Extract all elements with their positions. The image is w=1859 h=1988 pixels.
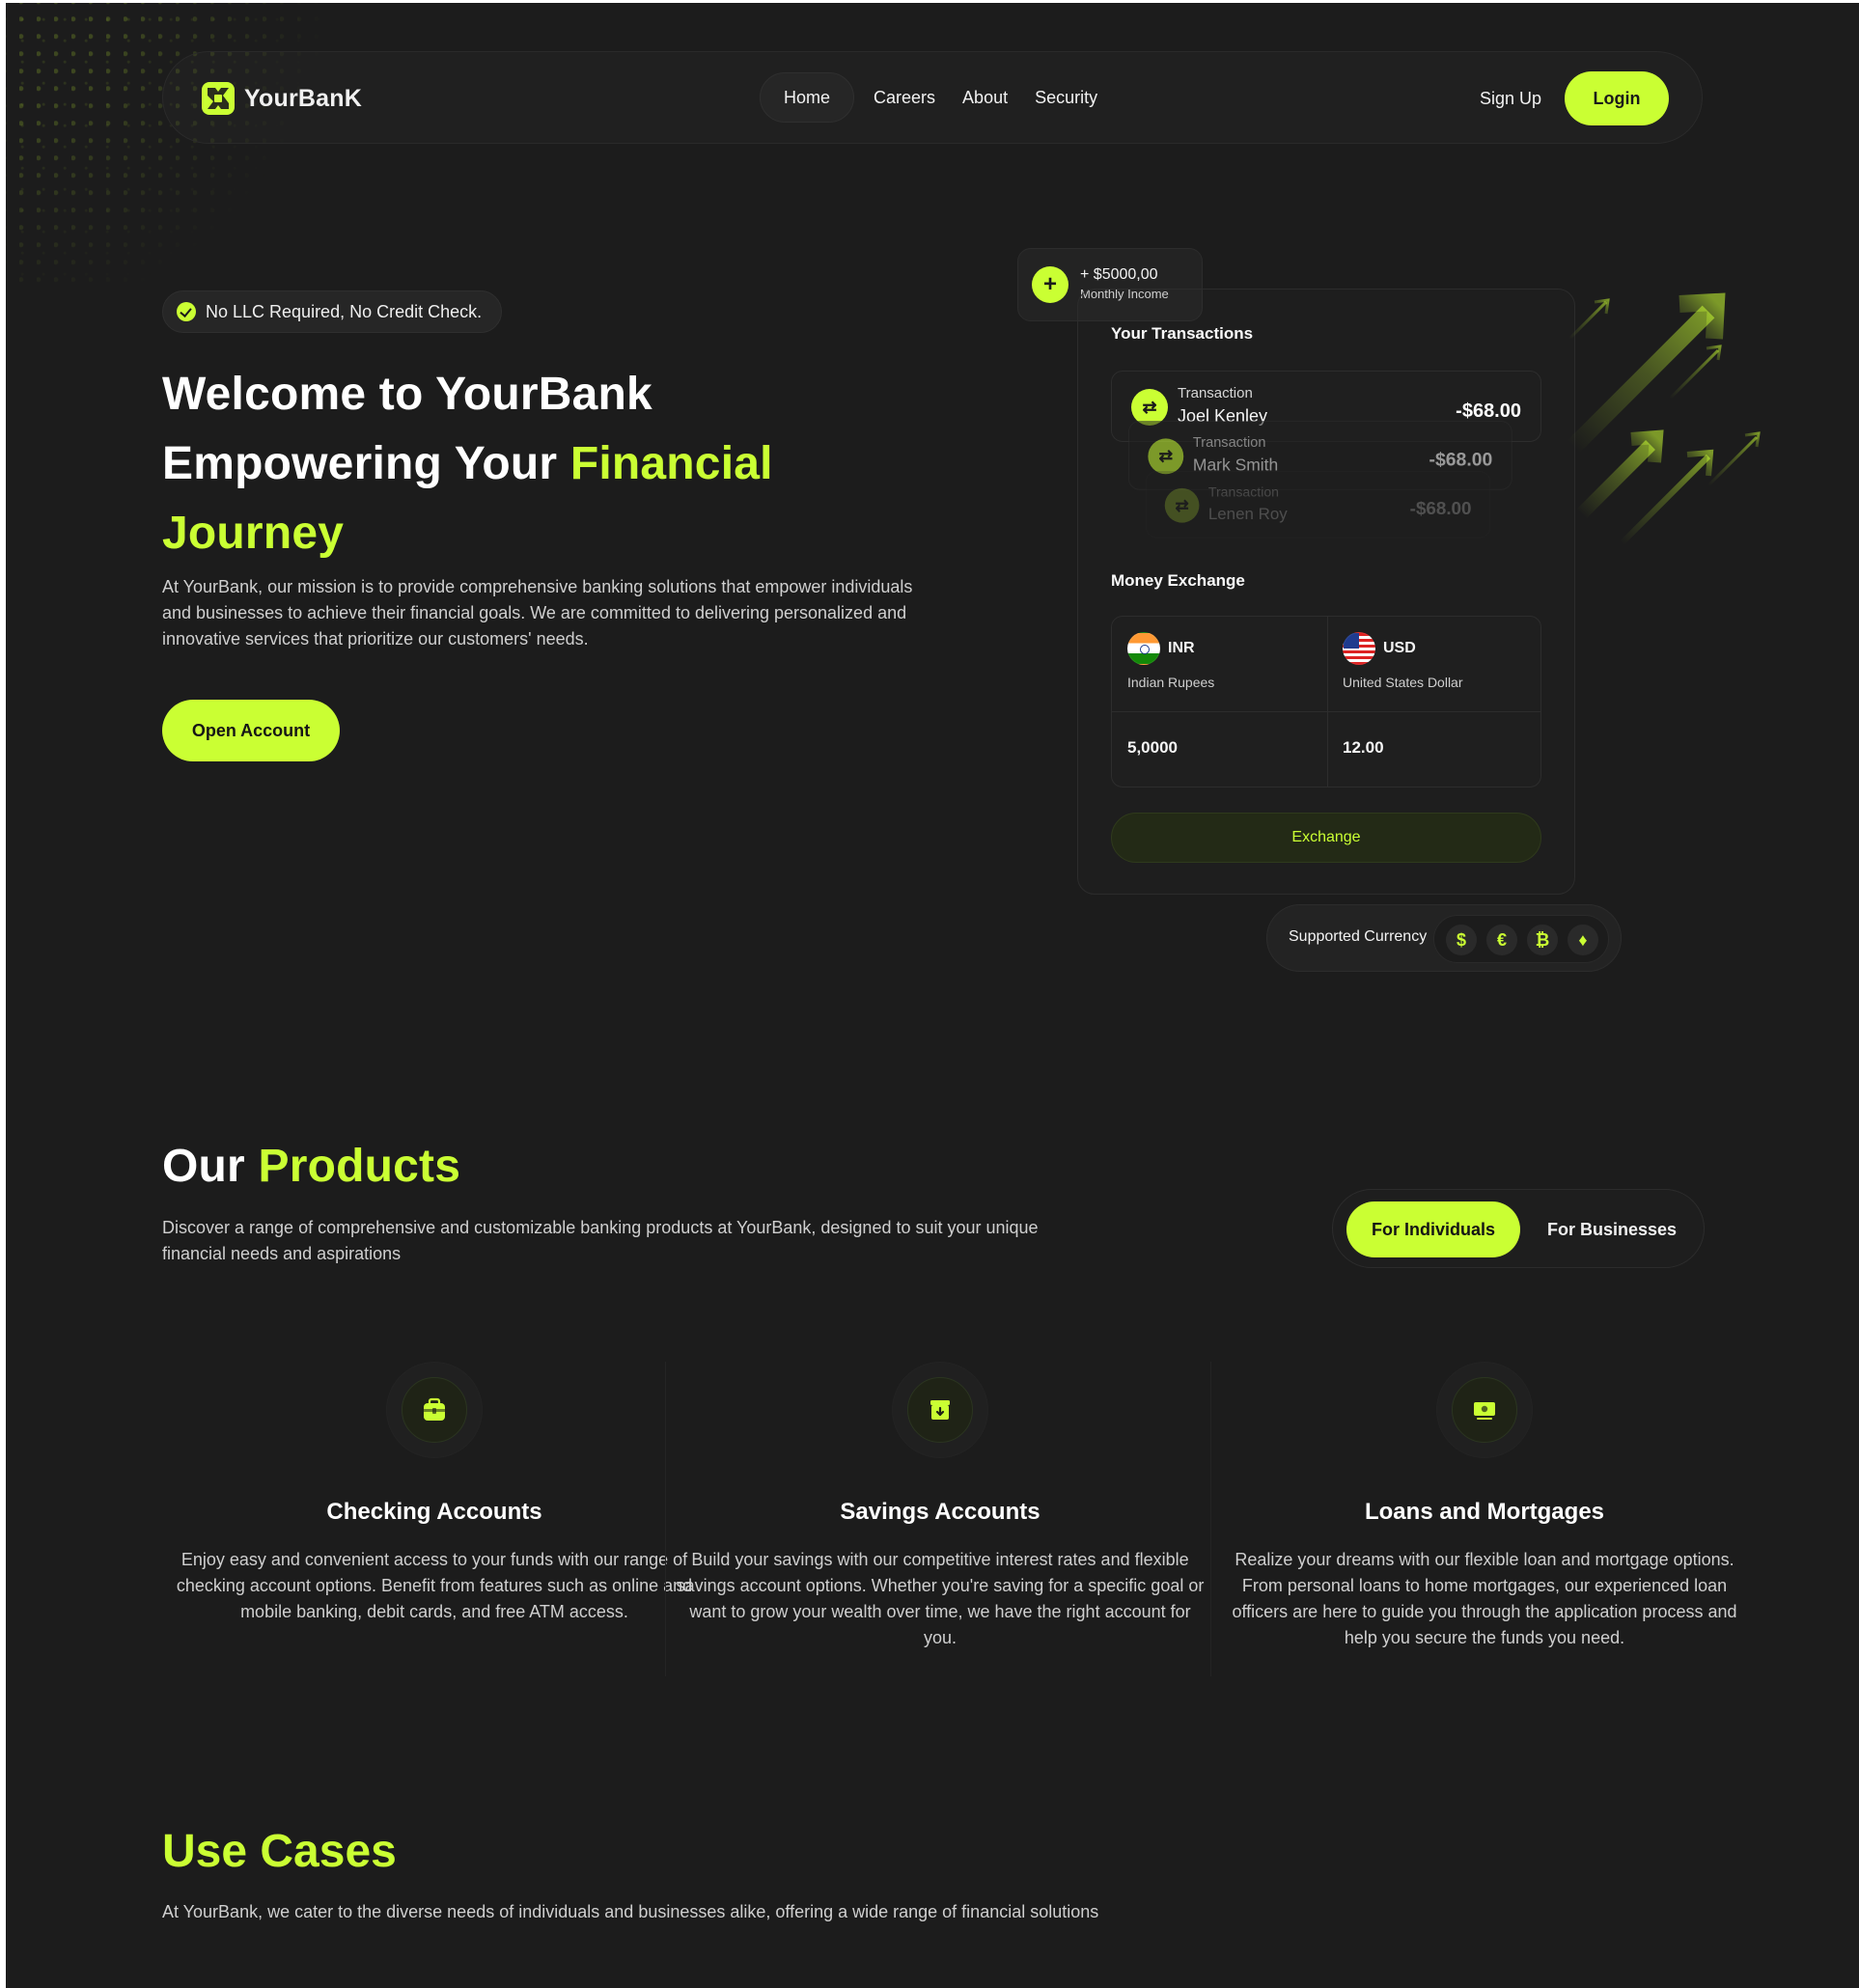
growth-arrows-icon	[1567, 292, 1761, 546]
hero-description: At YourBank, our mission is to provide c…	[162, 577, 913, 649]
transaction-amount: -$68.00	[1409, 499, 1472, 519]
us-flag-icon	[1343, 632, 1375, 665]
signup-link[interactable]: Sign Up	[1480, 89, 1541, 109]
product-description: Enjoy easy and convenient access to your…	[176, 1550, 693, 1621]
hero-badge: No LLC Required, No Credit Check.	[162, 290, 503, 333]
product-card-loans: Loans and Mortgages Realize your dreams …	[1212, 1362, 1757, 1676]
exchange-divider-horizontal	[1112, 711, 1540, 712]
product-title: Checking Accounts	[326, 1499, 542, 1525]
from-currency[interactable]: INR Indian Rupees	[1127, 632, 1214, 690]
hero-title-line3: Journey	[162, 508, 345, 559]
hero-title-line1: Welcome to YourBank	[162, 369, 652, 420]
exchange-divider-vertical	[1327, 617, 1328, 787]
products-title-prefix: Our	[162, 1141, 259, 1192]
savings-box-icon	[907, 1377, 973, 1443]
products-title-highlight: Products	[258, 1141, 461, 1192]
products-divider	[1210, 1362, 1211, 1676]
nav-about[interactable]: About	[955, 88, 1015, 108]
supported-currency: Supported Currency $ € ₿ ♦	[1266, 904, 1622, 972]
transfer-icon: ⇄	[1164, 487, 1200, 523]
nav-security[interactable]: Security	[1027, 88, 1105, 108]
product-title: Savings Accounts	[840, 1499, 1040, 1525]
product-card-savings: Savings Accounts Build your savings with…	[668, 1362, 1212, 1676]
supported-currency-label: Supported Currency	[1289, 928, 1428, 945]
nav-home[interactable]: Home	[760, 72, 855, 123]
login-button[interactable]: Login	[1565, 71, 1669, 125]
auth-actions: Sign Up Login	[1480, 71, 1669, 125]
hero-title-line2: Empowering Your Financial	[162, 429, 954, 499]
nav-careers[interactable]: Careers	[866, 88, 943, 108]
open-account-button[interactable]: Open Account	[162, 700, 340, 761]
hero-title-line2-highlight: Financial	[569, 438, 773, 489]
page: YourBanK Home Careers About Security Sig…	[6, 3, 1859, 1988]
to-currency[interactable]: USD United States Dollar	[1343, 632, 1463, 690]
to-amount[interactable]: 12.00	[1343, 738, 1384, 758]
supported-currency-icons: $ € ₿ ♦	[1433, 915, 1609, 963]
money-exchange-title: Money Exchange	[1111, 571, 1245, 590]
products-description: Discover a range of comprehensive and cu…	[162, 1218, 1039, 1263]
brand[interactable]: YourBanK	[202, 77, 362, 120]
to-currency-code: USD	[1383, 640, 1416, 656]
product-audience-toggle: For Individuals For Businesses	[1332, 1189, 1705, 1268]
tab-for-businesses[interactable]: For Businesses	[1530, 1201, 1694, 1257]
from-currency-name: Indian Rupees	[1127, 675, 1215, 690]
product-icon-wrap	[386, 1362, 483, 1458]
product-description: Realize your dreams with our flexible lo…	[1232, 1550, 1737, 1647]
money-exchange-panel: INR Indian Rupees USD United States Doll…	[1111, 616, 1541, 787]
transaction-label: Transaction	[1178, 385, 1253, 401]
hero-title: Welcome to YourBank Empowering Your Fina…	[162, 360, 954, 568]
nav-home-label: Home	[784, 87, 831, 107]
products-divider	[665, 1362, 666, 1676]
cash-icon	[1452, 1377, 1517, 1443]
exchange-button[interactable]: Exchange	[1111, 813, 1541, 863]
transaction-amount: -$68.00	[1456, 400, 1521, 422]
use-cases-title: Use Cases	[162, 1826, 397, 1877]
hero-badge-text: No LLC Required, No Credit Check.	[206, 301, 483, 321]
nav-links: Home Careers About Security	[760, 72, 1105, 123]
check-icon	[177, 302, 196, 321]
to-currency-name: United States Dollar	[1343, 675, 1463, 690]
product-card-checking: Checking Accounts Enjoy easy and conveni…	[162, 1362, 707, 1676]
plus-icon: +	[1032, 266, 1068, 303]
hero-title-line2-prefix: Empowering Your	[162, 438, 570, 489]
euro-icon: €	[1486, 925, 1517, 955]
product-description: Build your savings with our competitive …	[676, 1550, 1205, 1647]
transaction-amount: -$68.00	[1429, 450, 1493, 471]
from-currency-code: INR	[1168, 640, 1195, 656]
banking-widget-card: Your Transactions ⇄ Transaction Joel Ken…	[1077, 289, 1575, 895]
transaction-row[interactable]: ⇄ Transaction Lenen Roy -$68.00	[1146, 471, 1491, 538]
from-amount[interactable]: 5,0000	[1127, 738, 1178, 758]
transaction-label: Transaction	[1192, 434, 1266, 452]
transaction-name: Lenen Roy	[1207, 504, 1288, 523]
product-icon-wrap	[892, 1362, 988, 1458]
products-title: Our Products	[162, 1140, 460, 1193]
india-flag-icon	[1127, 632, 1160, 665]
bitcoin-icon: ₿	[1527, 925, 1558, 955]
product-title: Loans and Mortgages	[1364, 1499, 1605, 1525]
briefcase-icon	[402, 1377, 467, 1443]
ethereum-icon: ♦	[1568, 925, 1598, 955]
brand-logo-icon	[202, 82, 235, 115]
brand-name: YourBanK	[244, 84, 362, 112]
product-icon-wrap	[1436, 1362, 1533, 1458]
dollar-icon: $	[1446, 925, 1477, 955]
transactions-title: Your Transactions	[1111, 324, 1254, 343]
tab-for-individuals[interactable]: For Individuals	[1346, 1201, 1520, 1257]
use-cases-description: At YourBank, we cater to the diverse nee…	[162, 1902, 1099, 1921]
transaction-label: Transaction	[1207, 484, 1280, 501]
monthly-income-amount: + $5000,00	[1080, 266, 1158, 283]
transfer-icon: ⇄	[1148, 438, 1184, 475]
top-nav: YourBanK Home Careers About Security Sig…	[162, 51, 1703, 144]
